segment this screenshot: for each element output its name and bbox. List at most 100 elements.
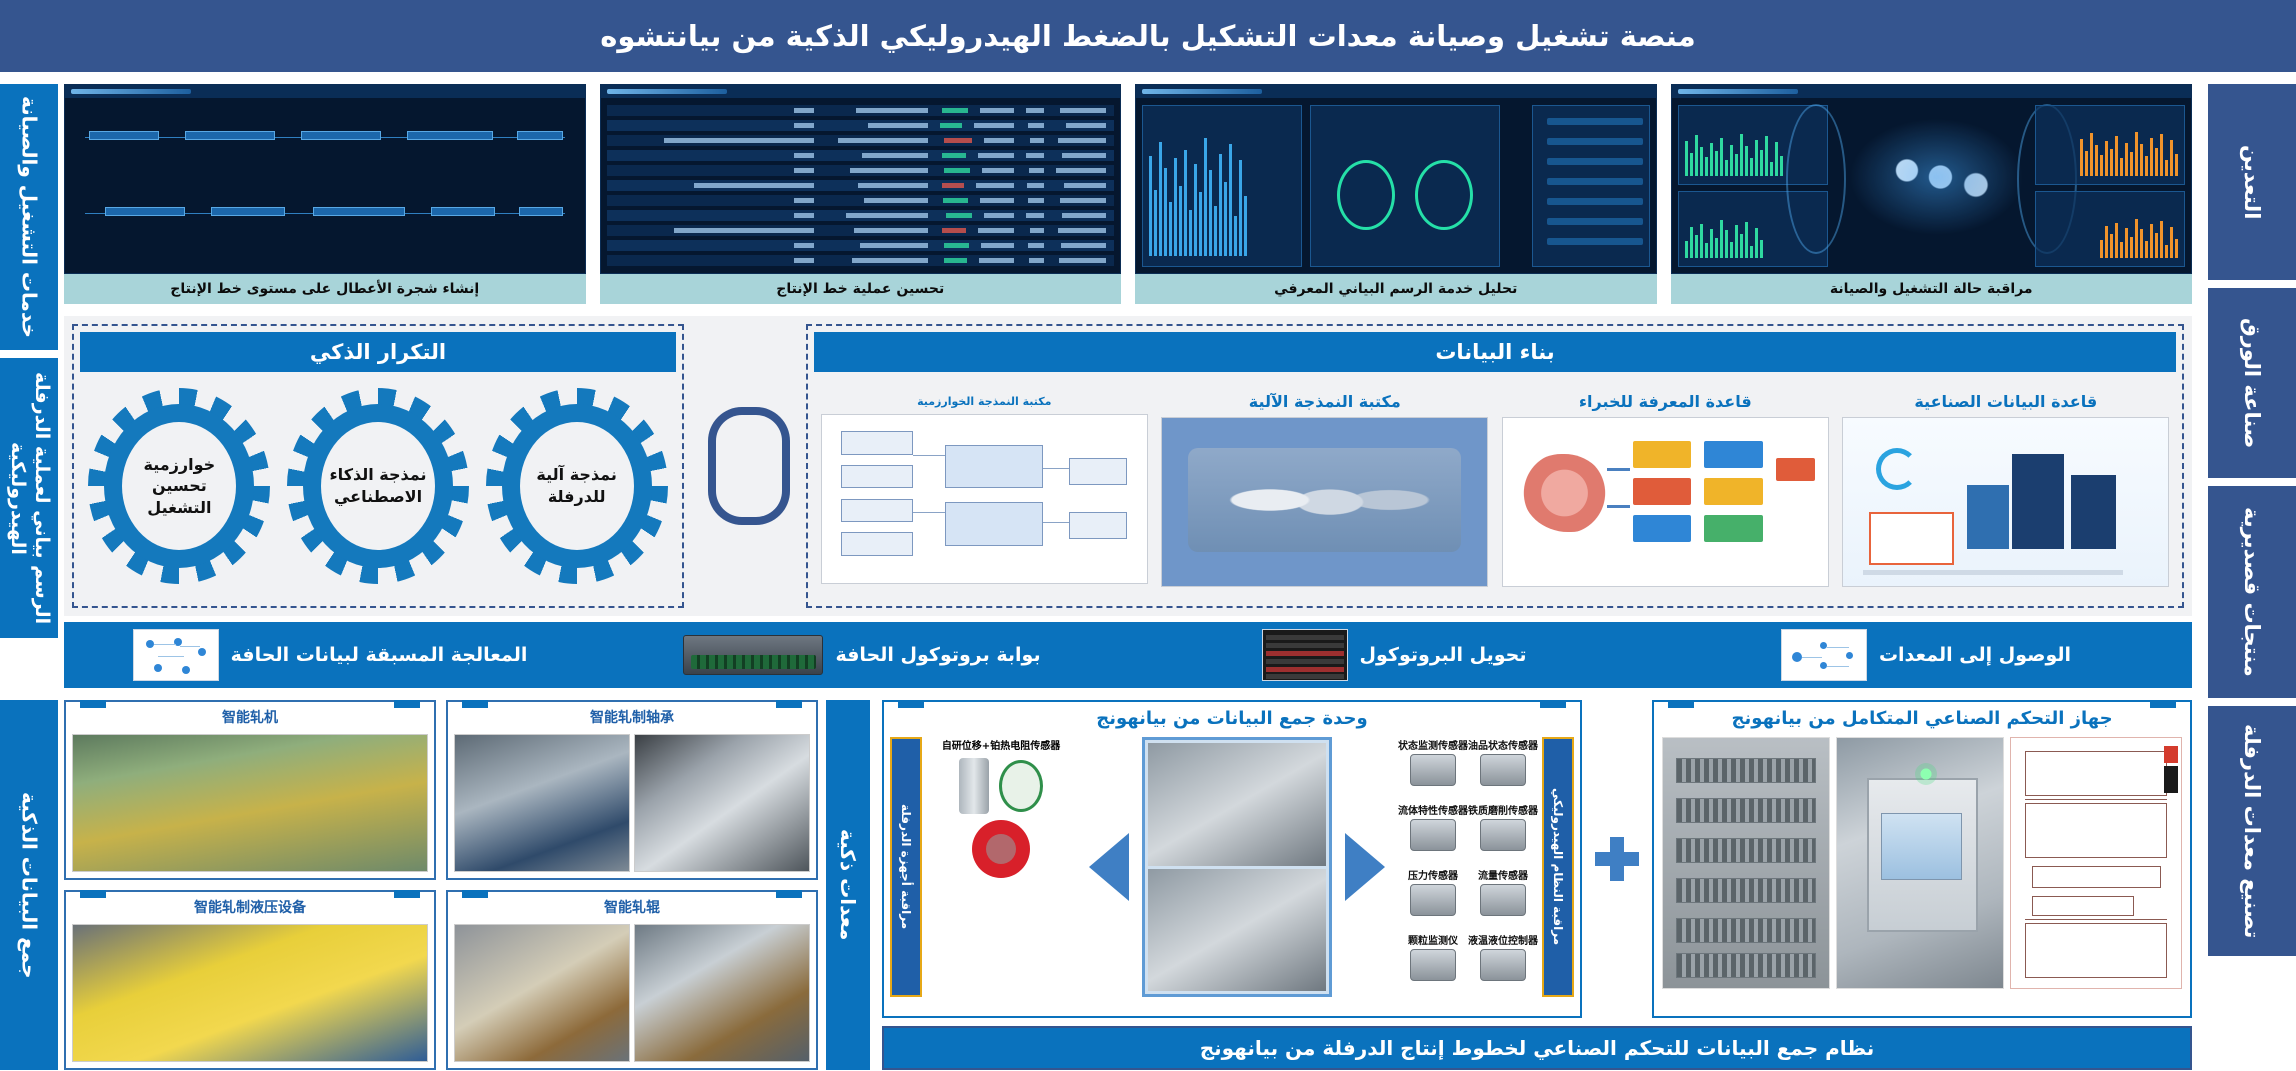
card-algorithm-modeling-library[interactable]: مكتبة النمذجة الخوارزمية bbox=[820, 395, 1148, 584]
chart-panel bbox=[2035, 105, 2185, 185]
brain-icon bbox=[1522, 454, 1607, 532]
sidebar-item-smart-data-collection[interactable]: جمع البيانات الذكية bbox=[0, 700, 58, 1070]
sensor-ferrous-wear: 铁质磨削传感器 bbox=[1468, 802, 1538, 867]
card-industrial-database[interactable]: قاعدة البيانات الصناعية bbox=[1842, 391, 2170, 587]
equipment-images bbox=[66, 920, 434, 1068]
vbar-label: مراقبة أجهزة الدرفلة bbox=[899, 804, 913, 930]
edge-server-icon bbox=[683, 629, 824, 681]
tree-node bbox=[301, 131, 381, 140]
plus-connector bbox=[1592, 700, 1642, 1018]
sensor-label: 油品状态传感器 bbox=[1468, 741, 1538, 752]
equipment-card-grid: 智能轧制轴承 智能轧机 智能轧辊 智能轧制液压设备 bbox=[64, 700, 818, 1070]
gear-label: نمذجة الذكاء الاصطناعي bbox=[329, 465, 427, 506]
sensor-icon bbox=[1480, 884, 1526, 916]
data-acquisition-block: جهاز التحكم الصناعي المتكامل من بيانهونج bbox=[882, 700, 2192, 1070]
dashboard-card-4[interactable]: إنشاء شجرة الأعطال على مستوى خط الإنتاج bbox=[64, 84, 586, 308]
collector-panel-title: وحدة جمع البيانات من بيانهونج bbox=[1096, 708, 1368, 729]
algorithm-modeling-image bbox=[820, 413, 1148, 584]
equipment-title: 智能轧辊 bbox=[604, 900, 660, 916]
gear-ai-modeling[interactable]: نمذجة الذكاء الاصطناعي bbox=[287, 388, 470, 584]
protocol-item-protocol-conversion[interactable]: تحويل البروتوكول bbox=[1128, 629, 1660, 681]
sensor-condition-monitor: 状态监测传感器 bbox=[1398, 737, 1468, 802]
displacement-sensor-icon bbox=[999, 760, 1043, 812]
data-construction-panel: بناء البيانات قاعدة البيانات الصناعية قا… bbox=[806, 324, 2184, 608]
industrial-database-image bbox=[1842, 416, 2170, 587]
roll-machine-photo bbox=[634, 924, 810, 1062]
sidebar-label: خدمات التشغيل والصيانة bbox=[17, 96, 42, 338]
equipment-card-smart-rolling-mill[interactable]: 智能轧机 bbox=[64, 700, 436, 880]
collector-board-photo bbox=[1148, 743, 1326, 866]
protocol-item-edge-protocol-gateway[interactable]: بوابة بروتوكول الحافة bbox=[596, 629, 1128, 681]
gear-label: نمذجة آلية للدرفلة bbox=[536, 465, 617, 506]
bar-series-green bbox=[1684, 132, 1783, 176]
card-label: قاعدة البيانات الصناعية bbox=[1914, 391, 2098, 411]
hydraulic-station-photo bbox=[72, 924, 428, 1062]
dashboard-card-3[interactable]: تحسين عملية خط الإنتاج bbox=[599, 84, 1121, 308]
tree-node bbox=[407, 131, 493, 140]
protocol-label: المعالجة المسبقة لبيانات الحافة bbox=[230, 644, 528, 666]
equipment-images bbox=[448, 920, 816, 1068]
sidebar-item-tin-products[interactable]: منتجات قصديرية bbox=[2208, 486, 2296, 698]
tree-node bbox=[185, 131, 275, 140]
gear-rolling-auto-modeling[interactable]: نمذجة آلية للدرفلة bbox=[485, 388, 668, 584]
sidebar-label: جمع البيانات الذكية bbox=[17, 791, 42, 979]
tree-node bbox=[519, 207, 563, 216]
tree-node bbox=[211, 207, 285, 216]
card-machine-modeling-library[interactable]: مكتبة النمذجة الآلية bbox=[1161, 392, 1489, 587]
dashboard-screenshot-knowledge-graph[interactable] bbox=[1135, 84, 1657, 274]
arrow-right-container bbox=[1336, 737, 1394, 997]
bearing-ring-photo bbox=[634, 734, 810, 872]
equipment-card-smart-rolling-bearing[interactable]: 智能轧制轴承 bbox=[446, 700, 818, 880]
dashboard-screenshot-fault-tree[interactable] bbox=[64, 84, 586, 274]
tree-node bbox=[431, 207, 495, 216]
equipment-card-smart-hydraulic-equipment[interactable]: 智能轧制液压设备 bbox=[64, 890, 436, 1070]
dashboard-caption: تحليل خدمة الرسم البياني المعرفي bbox=[1135, 274, 1657, 304]
rtd-sensor-icon bbox=[959, 758, 989, 814]
smart-iteration-header: التكرار الذكي bbox=[80, 332, 676, 372]
equipment-images bbox=[448, 730, 816, 878]
sidebar-label: تصنيع معدات الدرفلة bbox=[2240, 723, 2265, 939]
equipment-card-smart-roll[interactable]: 智能轧辊 bbox=[446, 890, 818, 1070]
sidebar-item-rolling-equipment-manufacturing[interactable]: تصنيع معدات الدرفلة bbox=[2208, 706, 2296, 956]
protocol-item-edge-data-preprocessing[interactable]: المعالجة المسبقة لبيانات الحافة bbox=[64, 629, 596, 681]
collector-device-photos bbox=[1142, 737, 1332, 997]
card-expert-knowledge-base[interactable]: قاعدة المعرفة للخبراء bbox=[1501, 391, 1829, 587]
protocol-item-equipment-access[interactable]: الوصول إلى المعدات bbox=[1660, 629, 2192, 681]
rolling-equipment-monitoring-vbar: مراقبة أجهزة الدرفلة bbox=[890, 737, 922, 997]
tree-node bbox=[313, 207, 405, 216]
sensor-icon bbox=[1410, 949, 1456, 981]
sidebar-item-mining[interactable]: التعدين bbox=[2208, 84, 2296, 280]
machine-render-image bbox=[1837, 111, 2036, 243]
pcb-board-icon bbox=[972, 820, 1030, 878]
dashboard-card-2[interactable]: تحليل خدمة الرسم البياني المعرفي bbox=[1135, 84, 1657, 308]
dashboard-topbar-icon bbox=[600, 85, 1120, 98]
sensor-temp-level-controller: 液温液位控制器 bbox=[1468, 932, 1538, 997]
dashboard-topbar-icon bbox=[1136, 85, 1656, 98]
dashboard-screenshot-process-optimization[interactable] bbox=[599, 84, 1121, 274]
sensor-flow: 流量传感器 bbox=[1468, 867, 1538, 932]
sensor-label: 自研位移+铂热电阻传感器 bbox=[941, 741, 1061, 752]
smart-iteration-gears: نمذجة آلية للدرفلة نمذجة الذكاء الاصطناع… bbox=[80, 372, 676, 600]
gear-operation-optimization-algorithm[interactable]: خوارزمية تحسين التشغيل bbox=[88, 388, 271, 584]
sensor-icon bbox=[1480, 754, 1526, 786]
sidebar-label: صناعة الورق bbox=[2240, 317, 2265, 449]
data-collector-panel[interactable]: وحدة جمع البيانات من بيانهونج مراقبة الن… bbox=[882, 700, 1582, 1018]
sidebar-item-operation-maintenance-services[interactable]: خدمات التشغيل والصيانة bbox=[0, 84, 58, 350]
sensor-label: 液温液位控制器 bbox=[1468, 936, 1538, 947]
sidebar-item-paper-industry[interactable]: صناعة الورق bbox=[2208, 288, 2296, 478]
node-graph-icon bbox=[132, 629, 219, 681]
acquisition-system-banner: نظام جمع البيانات للتحكم الصناعي لخطوط إ… bbox=[882, 1026, 2192, 1070]
sensor-label: 颗粒监测仪 bbox=[1408, 936, 1458, 947]
dashboard-card-1[interactable]: مراقبة حالة التشغيل والصيانة bbox=[1670, 84, 2192, 308]
controller-panel[interactable]: جهاز التحكم الصناعي المتكامل من بيانهونج bbox=[1652, 700, 2192, 1018]
data-table bbox=[601, 101, 1121, 273]
dashboard-screenshot-monitoring[interactable] bbox=[1670, 84, 2192, 274]
sidebar-label: منتجات قصديرية bbox=[2240, 507, 2265, 677]
sidebar-item-hydraulic-rolling-graph[interactable]: الرسم بياني لعملية الدرفلة الهيدروليكية bbox=[0, 358, 58, 638]
equipment-title: 智能轧机 bbox=[222, 710, 278, 726]
protocol-bar: الوصول إلى المعدات تحويل البروتوكول بواب… bbox=[64, 622, 2192, 688]
card-label: قاعدة المعرفة للخبراء bbox=[1578, 391, 1752, 411]
iteration-loop-arrows bbox=[690, 324, 800, 608]
bar-series-green bbox=[1684, 218, 1763, 258]
tree-node bbox=[105, 207, 185, 216]
